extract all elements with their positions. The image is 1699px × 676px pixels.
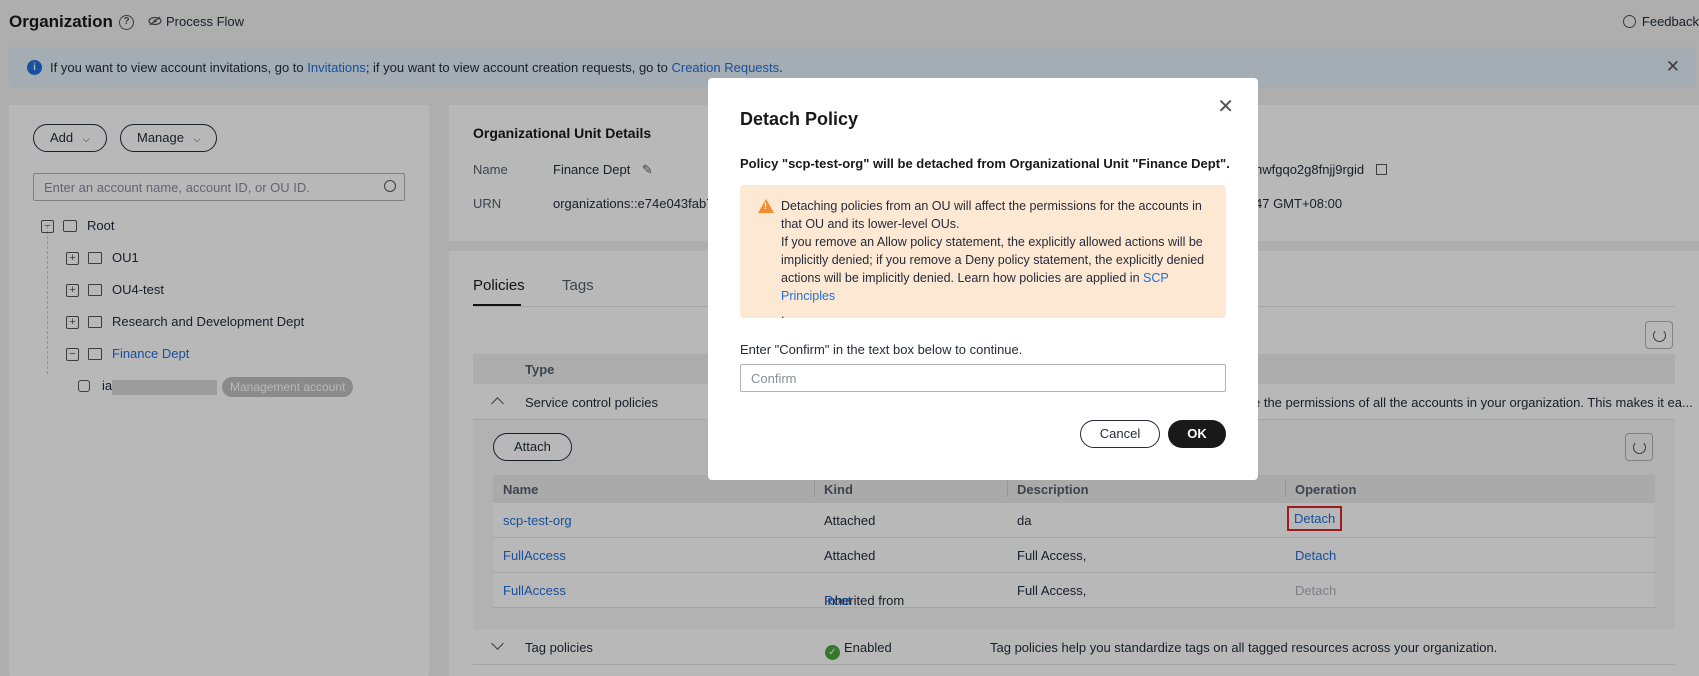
confirm-label: Enter "Confirm" in the text box below to… [740,342,1023,357]
dialog-description: Policy "scp-test-org" will be detached f… [740,156,1230,171]
warning-line-1: Detaching policies from an OU will affec… [781,199,1202,231]
detach-policy-dialog: Detach Policy ✕ Policy "scp-test-org" wi… [708,78,1258,480]
warning-line-2: If you remove an Allow policy statement,… [781,233,1217,305]
dialog-title: Detach Policy [740,109,859,129]
close-icon[interactable]: ✕ [1217,94,1234,119]
warning-alert: Detaching policies from an OU will affec… [740,185,1226,321]
warning-text: Detaching policies from an OU will affec… [781,197,1217,323]
cancel-button[interactable]: Cancel [1080,420,1160,448]
confirm-input[interactable] [740,364,1226,392]
warning-icon [758,199,774,213]
ok-button[interactable]: OK [1168,420,1226,448]
organization-page: Organization ? Process Flow Feedback i I… [0,0,1699,676]
warning-end: . [781,307,785,321]
warning-line-2-text: If you remove an Allow policy statement,… [781,235,1205,285]
